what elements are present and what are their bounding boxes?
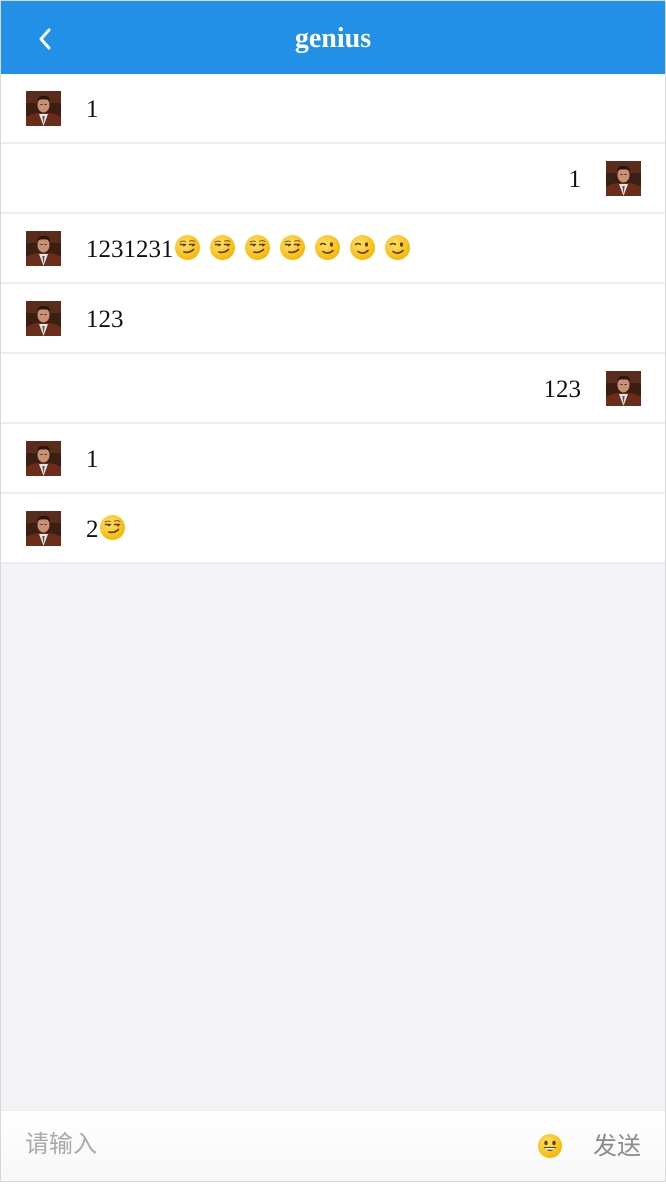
chat-screen: genius 1 1 1231231 123 123 1 2 请输入 发送 — [0, 0, 666, 1182]
wink-face-icon — [314, 235, 340, 260]
message-row: 2 — [1, 494, 665, 564]
wink-face-icon — [349, 235, 375, 260]
smirk-face-icon — [279, 235, 305, 260]
message-row: 1231231 — [1, 214, 665, 284]
wink-face-icon — [384, 235, 410, 260]
message-row: 1 — [1, 144, 665, 214]
avatar[interactable] — [26, 511, 61, 546]
message-row: 1 — [1, 424, 665, 494]
message-text: 2 — [86, 494, 126, 562]
navigation-bar: genius — [1, 1, 665, 74]
grinning-face-icon — [538, 1134, 562, 1158]
message-content: 123 — [86, 306, 124, 333]
message-text: 123 — [86, 284, 124, 352]
avatar[interactable] — [606, 371, 641, 406]
message-content: 1231231 — [86, 236, 174, 263]
message-text: 1231231 — [86, 214, 411, 282]
avatar[interactable] — [26, 441, 61, 476]
message-content: 1 — [86, 96, 99, 123]
message-input[interactable] — [25, 1125, 505, 1165]
message-row: 123 — [1, 354, 665, 424]
message-text: 1 — [86, 424, 99, 492]
smirk-face-icon — [99, 515, 125, 540]
message-text: 1 — [569, 144, 582, 212]
message-row: 1 — [1, 74, 665, 144]
message-content: 1 — [568, 166, 582, 193]
message-text: 1 — [86, 74, 99, 142]
smirk-face-icon — [209, 235, 235, 260]
message-content: 1 — [86, 446, 99, 473]
message-row: 123 — [1, 284, 665, 354]
send-button[interactable]: 发送 — [593, 1125, 641, 1165]
avatar[interactable] — [26, 91, 61, 126]
message-emojis — [174, 235, 411, 263]
smirk-face-icon — [174, 235, 200, 260]
avatar[interactable] — [606, 161, 641, 196]
smirk-face-icon — [244, 235, 270, 260]
message-content: 123 — [543, 376, 582, 403]
avatar[interactable] — [26, 301, 61, 336]
composer-bar: 发送 — [1, 1110, 665, 1181]
emoji-button[interactable] — [537, 1133, 563, 1159]
message-list: 1 1 1231231 123 123 1 2 — [1, 74, 665, 564]
message-text: 123 — [544, 354, 582, 422]
message-content: 2 — [86, 516, 99, 543]
avatar[interactable] — [26, 231, 61, 266]
message-emojis — [99, 515, 126, 543]
page-title: genius — [294, 23, 372, 54]
